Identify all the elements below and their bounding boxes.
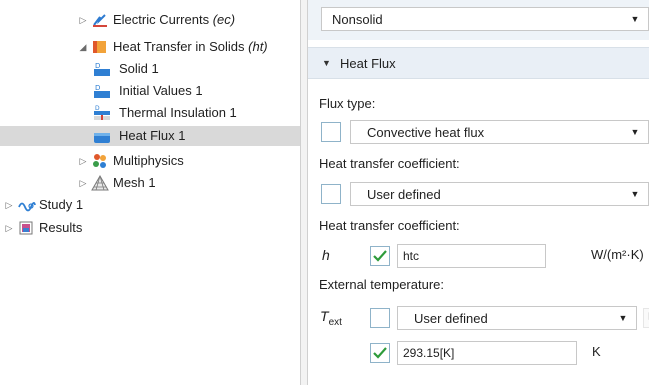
section-title: Heat Flux: [340, 55, 396, 71]
variable-insert-icon[interactable]: ⎘: [643, 308, 649, 328]
expand-arrow-icon[interactable]: ▷: [78, 178, 88, 188]
ext-temp-checkbox[interactable]: [370, 343, 390, 363]
mesh-icon: [91, 174, 109, 191]
tree-node-initial-values-1[interactable]: D Initial Values 1: [0, 81, 300, 101]
tree-label-thermal-insulation-1: Thermal Insulation 1: [119, 105, 237, 120]
ext-temp-type-dropdown[interactable]: User defined ▼: [397, 306, 637, 330]
htc-type-checkbox[interactable]: [321, 184, 341, 204]
tree-node-results[interactable]: ▷ Results: [0, 218, 300, 238]
ext-temp-label: External temperature:: [319, 277, 445, 292]
chevron-down-icon: ▼: [630, 189, 640, 199]
heat-flux-icon: [93, 128, 111, 144]
tree-tag-ec: (ec): [212, 12, 236, 27]
tree-label-electric-currents: Electric Currents: [113, 12, 210, 27]
heat-flux-section-header[interactable]: ▼ Heat Flux: [308, 47, 649, 79]
expand-arrow-icon[interactable]: ▷: [78, 156, 88, 166]
htc-type-dropdown[interactable]: User defined ▼: [350, 182, 649, 206]
flux-type-checkbox[interactable]: [321, 122, 341, 142]
htc-value-label: Heat transfer coefficient:: [319, 218, 460, 233]
ext-temp-symbol-subscript: ext: [328, 316, 342, 328]
material-type-dropdown[interactable]: Nonsolid ▼: [321, 7, 649, 31]
htc-unit: W/(m²·K): [591, 247, 644, 262]
tree-node-mesh-1[interactable]: ▷ Mesh 1: [0, 173, 300, 193]
tree-tag-ht: (ht): [248, 39, 268, 54]
tree-node-heat-transfer-in-solids[interactable]: ◢ Heat Transfer in Solids (ht): [0, 37, 300, 57]
flux-type-value: Convective heat flux: [367, 124, 485, 140]
tree-node-heat-flux-1[interactable]: Heat Flux 1: [0, 126, 300, 146]
tree-label-results: Results: [39, 220, 83, 235]
svg-text:D: D: [95, 84, 100, 92]
ext-temp-type-checkbox[interactable]: [370, 308, 390, 328]
expand-arrow-icon[interactable]: ▷: [4, 200, 14, 210]
expand-arrow-icon[interactable]: ▷: [78, 15, 88, 25]
tree-node-solid-1[interactable]: D Solid 1: [0, 59, 300, 79]
study-icon: [18, 197, 36, 213]
thermal-insulation-icon: D: [93, 105, 111, 121]
tree-node-multiphysics[interactable]: ▷ Multiphysics: [0, 151, 300, 171]
htc-input[interactable]: htc: [397, 244, 546, 268]
tree-label-heat-transfer: Heat Transfer in Solids: [113, 39, 245, 54]
electric-currents-icon: [91, 12, 109, 28]
chevron-down-icon: ▼: [630, 14, 640, 24]
initial-values-icon: D: [93, 83, 111, 99]
settings-panel: Nonsolid ▼ ▼ Heat Flux Flux type: Convec…: [308, 0, 649, 385]
material-type-value: Nonsolid: [332, 11, 383, 27]
chevron-down-icon: ▼: [618, 313, 628, 323]
ext-temp-unit: K: [592, 344, 601, 359]
ext-temp-symbol-main: T: [320, 308, 329, 324]
tree-label-initial-values-1: Initial Values 1: [119, 83, 203, 98]
htc-symbol: h: [322, 247, 330, 263]
htc-checkbox[interactable]: [370, 246, 390, 266]
multiphysics-icon: [91, 153, 109, 169]
tree-node-thermal-insulation-1[interactable]: D Thermal Insulation 1: [0, 103, 300, 123]
solid-icon: D: [93, 61, 111, 77]
results-icon: [18, 220, 36, 236]
tree-node-electric-currents[interactable]: ▷ Electric Currents (ec): [0, 10, 300, 30]
flux-type-label: Flux type:: [319, 96, 376, 111]
collapse-arrow-icon[interactable]: ◢: [78, 42, 88, 52]
chevron-down-icon: ▼: [630, 127, 640, 137]
htc-type-value: User defined: [367, 186, 441, 202]
heat-transfer-icon: [91, 39, 109, 55]
htc-type-label: Heat transfer coefficient:: [319, 156, 460, 171]
check-icon: [373, 250, 387, 262]
expand-arrow-icon[interactable]: ▷: [4, 223, 14, 233]
tree-label-study-1: Study 1: [39, 197, 84, 212]
tree-node-study-1[interactable]: ▷ Study 1: [0, 195, 300, 215]
collapse-triangle-icon[interactable]: ▼: [322, 58, 334, 68]
panel-splitter[interactable]: [300, 0, 308, 385]
ext-temp-symbol: Text: [320, 308, 342, 328]
svg-text:D: D: [95, 105, 100, 112]
svg-text:D: D: [95, 62, 100, 70]
tree-label-solid-1: Solid 1: [119, 61, 159, 76]
flux-type-dropdown[interactable]: Convective heat flux ▼: [350, 120, 649, 144]
ext-temp-input[interactable]: 293.15[K]: [397, 341, 577, 365]
tree-label-heat-flux-1: Heat Flux 1: [119, 128, 186, 143]
model-builder-tree: ▷ Electric Currents (ec) ◢ Heat Transfer…: [0, 0, 300, 385]
check-icon: [373, 347, 387, 359]
ext-temp-type-value: User defined: [414, 310, 488, 326]
tree-label-mesh-1: Mesh 1: [113, 175, 156, 190]
tree-label-multiphysics: Multiphysics: [113, 153, 184, 168]
